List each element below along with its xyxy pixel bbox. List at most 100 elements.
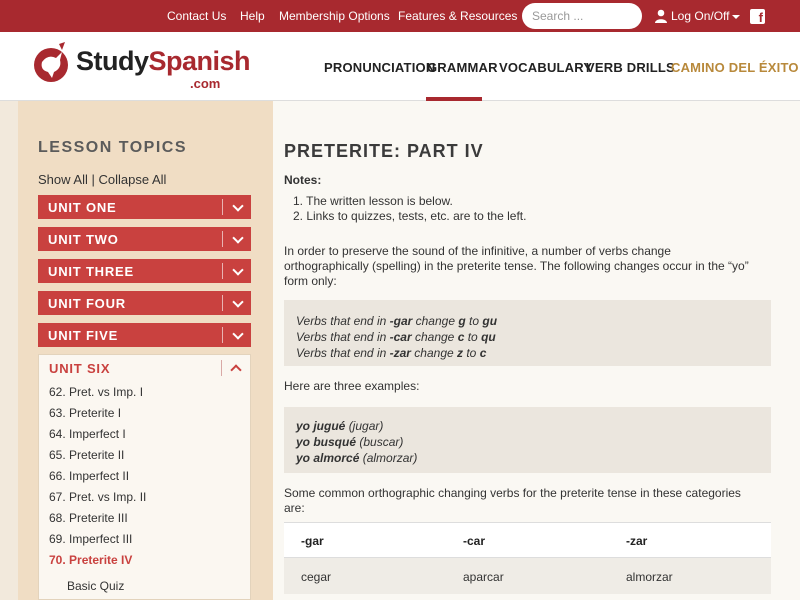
facebook-glyph: f <box>758 10 763 25</box>
top-bar: Contact Us Help Membership Options Featu… <box>0 0 800 32</box>
membership-options-link[interactable]: Membership Options <box>279 9 390 23</box>
unit-six-panel: UNIT SIX 62. Pret. vs Imp. I 63. Preteri… <box>38 354 251 600</box>
facebook-icon[interactable]: f <box>750 9 765 25</box>
rule-to: qu <box>481 330 496 344</box>
nav-pronunciation[interactable]: PRONUNCIATION <box>324 60 435 75</box>
rule-text: change <box>410 346 458 360</box>
logo-study: Study <box>76 46 149 76</box>
rule-ending: -car <box>389 330 412 344</box>
unit-label: UNIT THREE <box>48 264 134 279</box>
toggle-separator: | <box>87 172 99 187</box>
example-infinitive: (almorzar) <box>362 451 418 465</box>
table-header-row: -gar -car -zar <box>284 522 771 558</box>
divider <box>221 360 222 376</box>
login-menu[interactable]: Log On/Off <box>671 9 741 23</box>
example-form: yo busqué <box>296 435 357 449</box>
nav-vocabulary[interactable]: VOCABULARY <box>499 60 592 75</box>
logo-com: .com <box>190 76 221 91</box>
lesson-link[interactable]: 68. Preterite III <box>49 511 128 525</box>
rule-text: to <box>465 314 483 328</box>
divider <box>222 199 223 215</box>
example-line: yo jugué (jugar) <box>296 419 383 433</box>
lesson-sidebar: LESSON TOPICS Show All | Collapse All UN… <box>18 101 273 600</box>
logo-spanish: Spanish <box>148 46 251 76</box>
unit-four-accordion[interactable]: UNIT FOUR <box>38 291 251 315</box>
show-all-link[interactable]: Show All <box>38 172 88 187</box>
nav-verb-drills[interactable]: VERB DRILLS <box>586 60 675 75</box>
help-link[interactable]: Help <box>240 9 265 23</box>
lesson-link[interactable]: 64. Imperfect I <box>49 427 126 441</box>
lesson-link-active[interactable]: 70. Preterite IV <box>49 553 132 567</box>
chevron-down-icon <box>732 14 741 19</box>
features-resources-link[interactable]: Features & Resources <box>398 9 517 23</box>
lesson-link[interactable]: 67. Pret. vs Imp. II <box>49 490 146 504</box>
rule-text: to <box>463 346 480 360</box>
rule-to: gu <box>482 314 498 328</box>
table-row: cegar aparcar almorzar <box>284 558 771 594</box>
chevron-down-icon <box>232 200 244 212</box>
rule-line: Verbs that end in -gar change g to gu <box>296 314 497 328</box>
rules-box: Verbs that end in -gar change g to gu Ve… <box>284 300 771 366</box>
chevron-down-icon <box>232 328 244 340</box>
logo-wordmark[interactable]: StudySpanish <box>76 46 251 77</box>
user-icon[interactable] <box>654 9 668 23</box>
rule-text: Verbs that end in <box>296 330 390 344</box>
table-header-cell: -car <box>463 534 486 548</box>
lesson-link[interactable]: 63. Preterite I <box>49 406 121 420</box>
notes-heading: Notes: <box>284 173 322 187</box>
note-item: 1. The written lesson is below. <box>293 194 453 208</box>
unit-one-accordion[interactable]: UNIT ONE <box>38 195 251 219</box>
login-label: Log On/Off <box>671 9 730 23</box>
note-text: Links to quizzes, tests, etc. are to the… <box>306 209 527 223</box>
rule-ending: -gar <box>389 314 413 328</box>
rule-text: Verbs that end in <box>296 314 390 328</box>
rule-text: change <box>411 330 458 344</box>
divider <box>222 295 223 311</box>
lesson-link[interactable]: 69. Imperfect III <box>49 532 132 546</box>
lesson-content: PRETERITE: PART IV Notes: 1. The written… <box>273 101 800 600</box>
note-text: The written lesson is below. <box>306 194 453 208</box>
unit-label: UNIT TWO <box>48 232 119 247</box>
unit-five-accordion[interactable]: UNIT FIVE <box>38 323 251 347</box>
unit-two-accordion[interactable]: UNIT TWO <box>38 227 251 251</box>
divider <box>222 263 223 279</box>
unit-label: UNIT FOUR <box>48 296 126 311</box>
divider <box>222 231 223 247</box>
unit-label: UNIT ONE <box>48 200 117 215</box>
collapse-all-link[interactable]: Collapse All <box>98 172 166 187</box>
basic-quiz-link[interactable]: Basic Quiz <box>67 579 124 593</box>
unit-six-header[interactable]: UNIT SIX <box>49 361 110 376</box>
table-header-cell: -gar <box>301 534 324 548</box>
lesson-link[interactable]: 65. Preterite II <box>49 448 124 462</box>
table-cell: almorzar <box>626 570 673 584</box>
example-infinitive: (buscar) <box>359 435 404 449</box>
example-form: yo almorcé <box>296 451 360 465</box>
unit-three-accordion[interactable]: UNIT THREE <box>38 259 251 283</box>
page-title: PRETERITE: PART IV <box>284 141 484 161</box>
rule-line: Verbs that end in -zar change z to c <box>296 346 486 360</box>
logo-bull-icon[interactable] <box>32 40 72 84</box>
examples-intro: Here are three examples: <box>284 379 420 393</box>
rule-text: to <box>464 330 482 344</box>
example-infinitive: (jugar) <box>348 419 384 433</box>
site-header: StudySpanish .com PRONUNCIATION GRAMMAR … <box>0 32 800 101</box>
nav-camino-del-exito[interactable]: CAMINO DEL ÉXITO <box>671 60 799 75</box>
rule-to: c <box>479 346 487 360</box>
note-item: 2. Links to quizzes, tests, etc. are to … <box>293 209 527 223</box>
chevron-up-icon[interactable] <box>230 364 242 376</box>
unit-label: UNIT FIVE <box>48 328 119 343</box>
contact-us-link[interactable]: Contact Us <box>167 9 226 23</box>
chevron-down-icon <box>232 296 244 308</box>
chevron-down-icon <box>232 232 244 244</box>
common-verbs-intro: Some common orthographic changing verbs … <box>284 486 741 515</box>
sidebar-title: LESSON TOPICS <box>38 139 188 156</box>
example-line: yo almorcé (almorzar) <box>296 451 417 465</box>
divider <box>222 327 223 343</box>
lesson-link[interactable]: 66. Imperfect II <box>49 469 129 483</box>
examples-box: yo jugué (jugar) yo busqué (buscar) yo a… <box>284 407 771 473</box>
intro-paragraph: In order to preserve the sound of the in… <box>284 244 749 288</box>
nav-grammar[interactable]: GRAMMAR <box>427 60 498 75</box>
lesson-link[interactable]: 62. Pret. vs Imp. I <box>49 385 143 399</box>
sidebar-toggle-links: Show All | Collapse All <box>38 172 166 187</box>
search-input[interactable]: Search ... <box>522 3 642 29</box>
